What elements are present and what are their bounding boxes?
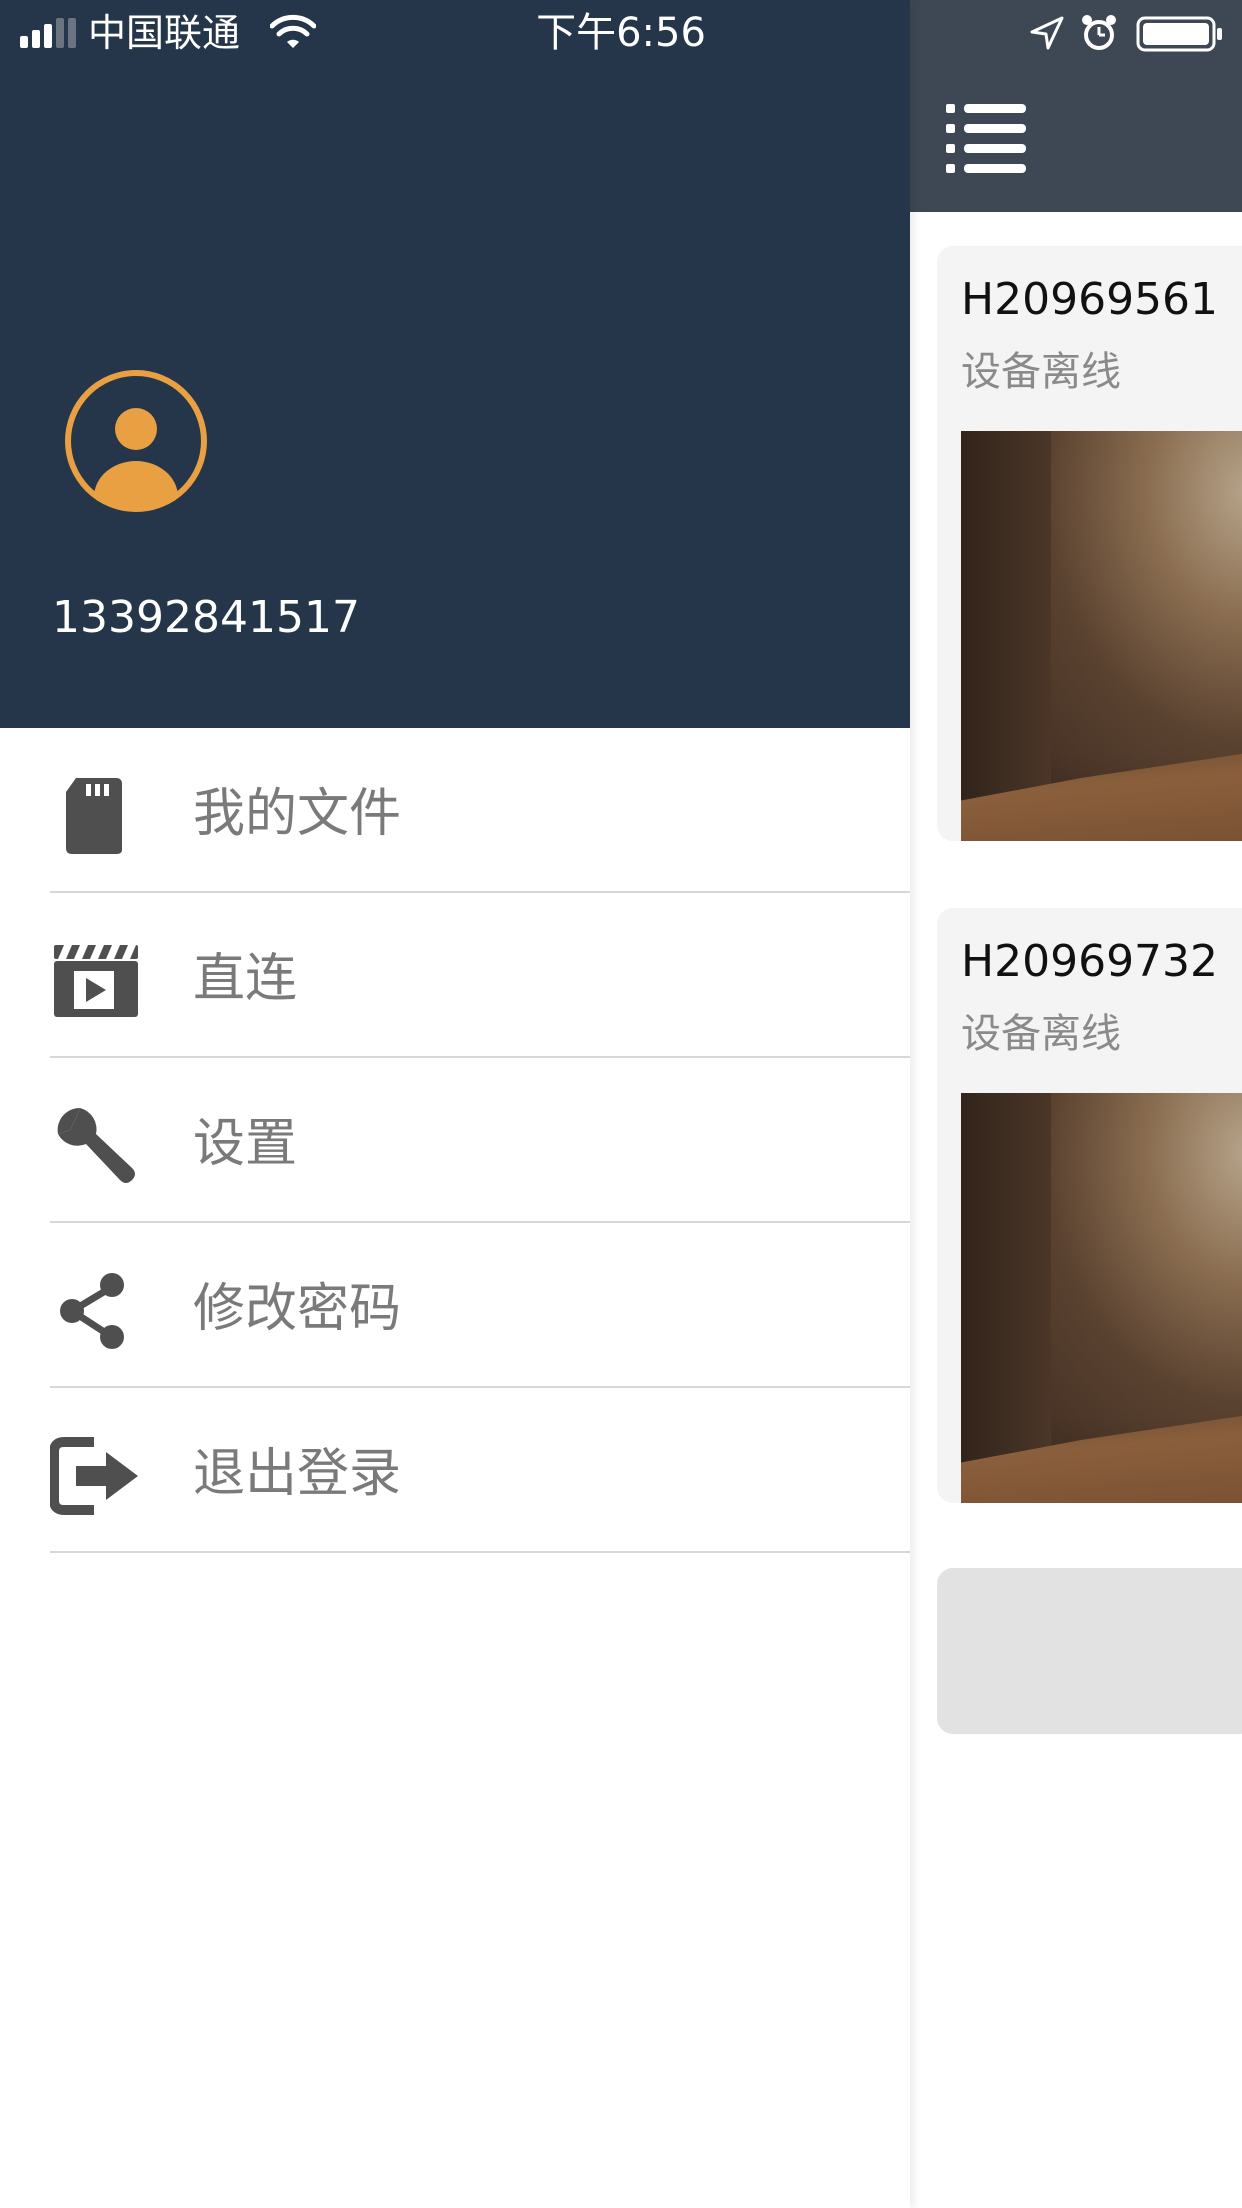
menu-item-settings[interactable]: 设置 — [0, 1058, 910, 1223]
device-id: H20969561 — [961, 274, 1219, 325]
menu-item-label: 设置 — [193, 1114, 298, 1174]
avatar-icon[interactable] — [62, 367, 210, 515]
menu-item-label: 直连 — [193, 949, 298, 1009]
battery-icon — [1136, 16, 1222, 52]
device-card[interactable]: H20969732 设备离线 — [937, 908, 1242, 1503]
device-card[interactable]: H20969561 设备离线 — [937, 246, 1242, 841]
menu-item-logout[interactable]: 退出登录 — [0, 1388, 910, 1553]
menu-list-icon[interactable] — [946, 100, 1026, 176]
device-id: H20969732 — [961, 936, 1219, 987]
menu-item-label: 退出登录 — [193, 1444, 402, 1504]
sd-card-icon — [66, 778, 122, 854]
device-status: 设备离线 — [961, 1011, 1121, 1057]
device-status: 设备离线 — [961, 349, 1121, 395]
wrench-icon — [57, 1107, 135, 1183]
menu-item-change-password[interactable]: 修改密码 — [0, 1223, 910, 1388]
drawer-header: 13392841517 — [0, 0, 910, 728]
user-phone-number: 13392841517 — [52, 592, 360, 643]
logout-icon — [50, 1437, 138, 1515]
divider — [50, 1551, 910, 1553]
share-icon — [60, 1273, 124, 1349]
menu-item-direct-connect[interactable]: 直连 — [0, 893, 910, 1058]
status-bar: 中国联通 下午6:56 — [0, 0, 1242, 66]
side-drawer: 13392841517 我的文件 直连 设置 修改密码 退出登录 — [0, 0, 910, 2208]
menu-item-label: 修改密码 — [193, 1279, 402, 1339]
device-thumbnail[interactable] — [961, 1093, 1242, 1503]
device-card-placeholder — [937, 1568, 1242, 1734]
menu-item-my-files[interactable]: 我的文件 — [0, 728, 910, 893]
alarm-icon — [1082, 15, 1116, 50]
location-icon — [1030, 16, 1064, 50]
device-thumbnail[interactable] — [961, 431, 1242, 841]
clapperboard-icon — [54, 945, 138, 1017]
menu-item-label: 我的文件 — [193, 784, 402, 844]
